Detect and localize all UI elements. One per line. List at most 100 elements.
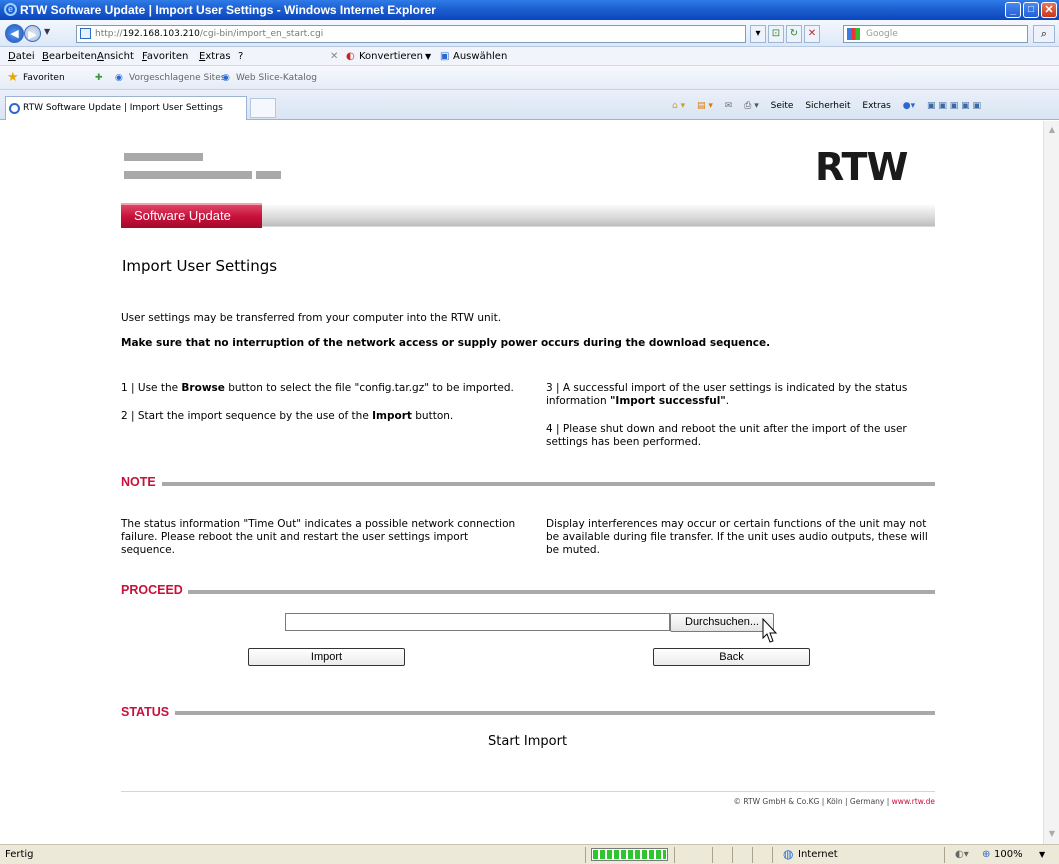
add-favorite-icon[interactable]: ✚ <box>95 66 103 90</box>
tab-bar: RTW Software Update | Import User Settin… <box>0 90 1059 120</box>
select-button[interactable]: Auswählen <box>453 47 507 66</box>
section-divider <box>188 590 935 594</box>
mail-icon[interactable]: ✉ <box>725 101 733 111</box>
ie-logo-icon: e <box>4 3 17 16</box>
menu-file[interactable]: Datei <box>8 47 35 66</box>
proceed-heading: PROCEED <box>121 583 183 597</box>
home-icon[interactable]: ⌂ ▾ <box>672 101 685 111</box>
intro-text: User settings may be transferred from yo… <box>121 312 502 324</box>
minimize-button[interactable]: _ <box>1005 2 1021 18</box>
step-2: 2 | Start the import sequence by the use… <box>121 410 454 422</box>
menu-extras[interactable]: Extras <box>199 47 231 66</box>
status-message: Start Import <box>488 734 568 749</box>
convert-icon: ◐ <box>346 51 355 62</box>
address-bar: ◀ ▶ ▼ http://192.168.103.210/cgi-bin/imp… <box>0 20 1059 47</box>
stop-icon[interactable]: ✕ <box>804 25 820 43</box>
refresh-icon[interactable]: ↻ <box>786 25 802 43</box>
close-toolbar-icon[interactable]: ✕ <box>330 47 338 66</box>
footer-link[interactable]: www.rtw.de <box>892 797 935 806</box>
mouse-cursor-icon <box>762 618 778 643</box>
close-button[interactable]: ✕ <box>1041 2 1057 18</box>
software-update-tab[interactable]: Software Update <box>121 203 262 228</box>
back-button[interactable]: Back <box>653 648 810 666</box>
zone-label: Internet <box>798 849 838 860</box>
import-successful-keyword: "Import successful" <box>609 395 726 407</box>
convert-button[interactable]: Konvertieren <box>359 47 423 66</box>
scroll-up-icon[interactable]: ▲ <box>1047 125 1057 135</box>
tab-active[interactable]: RTW Software Update | Import User Settin… <box>5 96 247 120</box>
favorites-button[interactable]: Favoriten <box>23 66 65 90</box>
section-divider <box>162 482 935 486</box>
zoom-dropdown-icon[interactable]: ▼ <box>1039 845 1045 864</box>
window-title: RTW Software Update | Import User Settin… <box>20 3 436 17</box>
browse-button[interactable]: Durchsuchen... <box>670 613 774 632</box>
status-heading: STATUS <box>121 705 170 719</box>
page-menu[interactable]: Seite <box>771 101 794 111</box>
vertical-scrollbar[interactable]: ▲ ▼ <box>1043 121 1059 844</box>
menu-favorites[interactable]: Favoriten <box>142 47 188 66</box>
rtw-logo: RTW <box>815 145 908 189</box>
status-text: Fertig <box>5 849 34 860</box>
header-placeholder-bar <box>256 171 281 179</box>
search-icon[interactable]: ⌕ <box>1033 25 1055 43</box>
step-3: 3 | A successful import of the user sett… <box>546 382 908 407</box>
search-placeholder: Google <box>866 29 898 39</box>
zoom-icon[interactable]: ⊕ <box>982 845 990 864</box>
warning-text: Make sure that no interruption of the ne… <box>121 337 771 349</box>
scroll-down-icon[interactable]: ▼ <box>1047 829 1057 839</box>
menu-bar: Datei Bearbeiten Ansicht Favoriten Extra… <box>0 47 1059 66</box>
page-title: Import User Settings <box>122 257 278 275</box>
convert-dropdown-icon[interactable]: ▼ <box>425 47 431 66</box>
forward-arrow-icon[interactable]: ▶ <box>24 25 41 42</box>
browse-keyword: Browse <box>181 382 225 394</box>
step-4: 4 | Please shut down and reboot the unit… <box>546 423 907 448</box>
search-input[interactable]: Google <box>843 25 1028 43</box>
url-host: 192.168.103.210 <box>122 29 200 39</box>
web-slice-link[interactable]: Web Slice-Katalog <box>236 66 317 90</box>
extras-menu[interactable]: Extras <box>862 101 890 111</box>
note-left: The status information "Time Out" indica… <box>121 518 516 556</box>
security-menu[interactable]: Sicherheit <box>805 101 850 111</box>
header-placeholder-bar <box>124 171 252 179</box>
google-icon <box>847 28 860 40</box>
window-titlebar[interactable]: e RTW Software Update | Import User Sett… <box>0 0 1059 20</box>
status-bar: Fertig ◍ Internet ◐▾ ⊕ 100% ▼ <box>0 844 1059 864</box>
suggested-sites-link[interactable]: Vorgeschlagene Sites <box>129 66 225 90</box>
compatibility-icon[interactable]: ⊡ <box>768 25 784 43</box>
page-content: RTW Software Update Import User Settings… <box>0 121 1043 844</box>
tab-title: RTW Software Update | Import User Settin… <box>23 103 223 113</box>
import-keyword: Import <box>372 410 412 422</box>
url-prefix: http:// <box>95 29 123 39</box>
menu-edit[interactable]: Bearbeiten <box>42 47 97 66</box>
url-input[interactable]: http://192.168.103.210/cgi-bin/import_en… <box>76 25 746 43</box>
maximize-button[interactable]: □ <box>1023 2 1039 18</box>
print-icon[interactable]: ⎙ ▾ <box>744 101 759 111</box>
footer-divider <box>121 791 935 792</box>
page-icon <box>80 28 91 39</box>
ie-page-icon: ◉ <box>115 73 123 83</box>
globe-icon: ◍ <box>783 847 794 861</box>
dropdown-icon[interactable]: ▾ <box>750 25 766 43</box>
menu-help[interactable]: ? <box>238 47 243 66</box>
favorites-star-icon: ★ <box>7 70 19 85</box>
step-1: 1 | Use the Browse button to select the … <box>121 382 514 394</box>
tab-ie-icon <box>9 103 20 114</box>
file-path-input[interactable] <box>285 613 670 631</box>
new-tab-button[interactable] <box>250 98 276 118</box>
menu-view[interactable]: Ansicht <box>97 47 134 66</box>
import-button[interactable]: Import <box>248 648 405 666</box>
history-dropdown-icon[interactable]: ▼ <box>44 27 50 36</box>
note-right: Display interferences may occur or certa… <box>546 518 928 556</box>
protected-mode-icon[interactable]: ◐▾ <box>955 845 969 864</box>
header-placeholder-bar <box>124 153 203 161</box>
footer-text: © RTW GmbH & Co.KG | Köln | Germany | <box>733 797 892 806</box>
back-arrow-icon[interactable]: ◀ <box>5 24 24 43</box>
progress-bar <box>591 848 668 861</box>
select-icon: ▣ <box>440 51 450 62</box>
footer: © RTW GmbH & Co.KG | Köln | Germany | ww… <box>705 797 935 806</box>
feeds-icon[interactable]: ▤ ▾ <box>697 101 713 111</box>
zoom-level[interactable]: 100% <box>994 845 1023 864</box>
help-icon[interactable]: ●▾ <box>903 101 915 111</box>
section-divider <box>175 711 935 715</box>
addon-icon[interactable]: ▣ ▣ ▣ ▣ ▣ <box>927 101 981 111</box>
